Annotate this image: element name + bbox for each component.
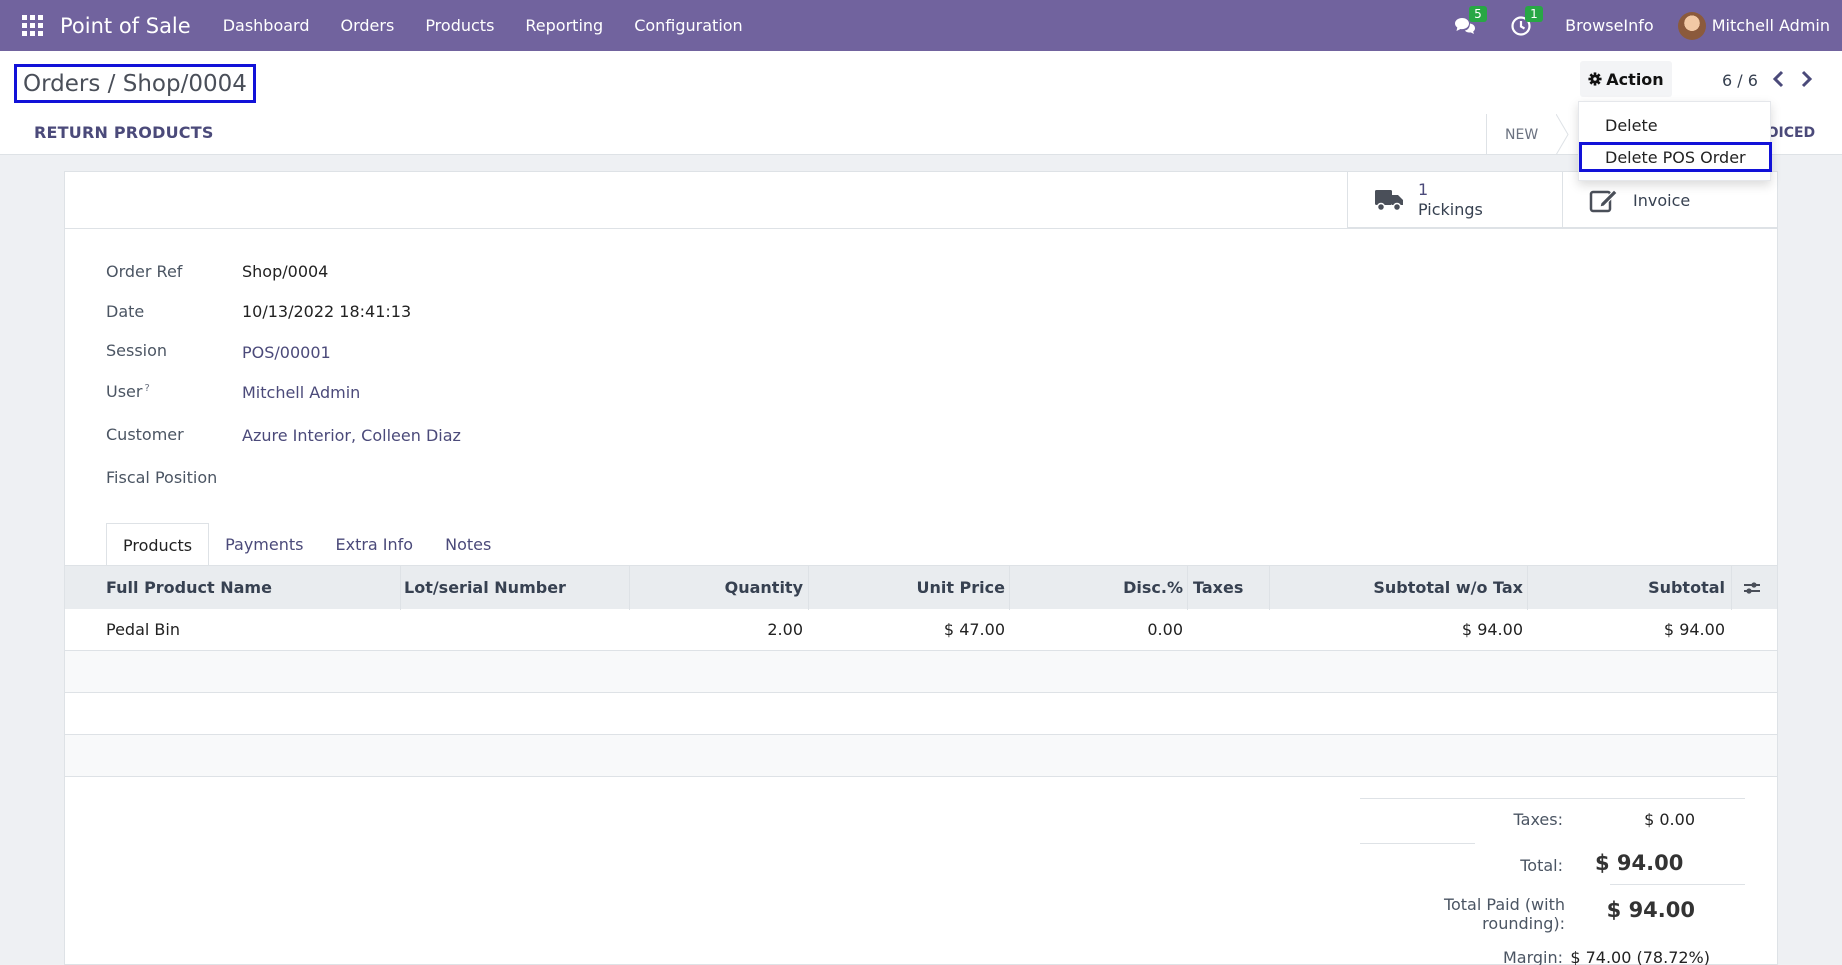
cell-product-name: Pedal Bin [106, 620, 180, 639]
divider [65, 228, 1777, 229]
pager-value[interactable]: 6 / 6 [1722, 71, 1758, 90]
status-arrow-icon [1556, 114, 1569, 155]
column-divider [1187, 566, 1188, 610]
activities-button[interactable]: 1 [1509, 5, 1543, 38]
customer-label: Customer [106, 425, 184, 444]
taxes-value: $ 0.00 [1644, 810, 1695, 829]
header-discount[interactable]: Disc.% [1011, 578, 1183, 597]
date-value: 10/13/2022 18:41:13 [242, 302, 412, 321]
total-label: Total: [1520, 856, 1563, 875]
cell-discount: 0.00 [1147, 620, 1183, 639]
header-subtotal[interactable]: Subtotal [1529, 578, 1725, 597]
pickings-count: 1 [1418, 180, 1429, 199]
margin-value: $ 74.00 (78.72%) [1570, 948, 1710, 965]
menu-reporting[interactable]: Reporting [525, 16, 603, 35]
return-products-button[interactable]: RETURN PRODUCTS [34, 123, 214, 142]
menu-products[interactable]: Products [425, 16, 494, 35]
user-help-icon[interactable]: ? [144, 383, 149, 394]
menu-configuration[interactable]: Configuration [634, 16, 743, 35]
tab-extra-info[interactable]: Extra Info [319, 523, 429, 567]
user-label-text: User [106, 382, 143, 401]
app-name[interactable]: Point of Sale [60, 14, 191, 38]
order-lines-table: Full Product Name Lot/serial Number Quan… [65, 565, 1777, 777]
order-ref-value: Shop/0004 [242, 262, 329, 281]
empty-row [65, 693, 1777, 735]
session-link[interactable]: POS/00001 [242, 343, 331, 362]
top-navbar: Point of Sale Dashboard Orders Products … [0, 0, 1842, 51]
session-label: Session [106, 341, 168, 360]
truck-icon [1375, 190, 1403, 212]
user-link[interactable]: Mitchell Admin [242, 383, 360, 402]
tab-notes[interactable]: Notes [429, 523, 507, 567]
menu-orders[interactable]: Orders [341, 16, 395, 35]
column-divider [1009, 566, 1010, 610]
chevron-right-icon[interactable] [1797, 69, 1815, 89]
taxes-label: Taxes: [1513, 810, 1563, 829]
total-value: $ 94.00 [1595, 851, 1684, 875]
user-avatar[interactable] [1677, 11, 1706, 40]
pickings-button[interactable]: 1 Pickings [1347, 172, 1562, 228]
gear-icon [1588, 72, 1602, 86]
empty-row [65, 735, 1777, 777]
menu-dashboard[interactable]: Dashboard [223, 16, 310, 35]
empty-row [65, 651, 1777, 693]
activities-badge: 1 [1525, 5, 1543, 22]
column-divider [808, 566, 809, 610]
header-quantity[interactable]: Quantity [631, 578, 803, 597]
header-subtotal-wo-tax[interactable]: Subtotal w/o Tax [1271, 578, 1523, 597]
table-row[interactable]: Pedal Bin 2.00 $ 47.00 0.00 $ 94.00 $ 94… [65, 609, 1777, 651]
margin-label: Margin: [1502, 948, 1563, 965]
pickings-text: 1 Pickings [1418, 180, 1483, 220]
form-sheet: 1 Pickings Invoice Order Ref Shop/0004 D… [64, 171, 1778, 965]
fiscal-position-label: Fiscal Position [106, 468, 218, 487]
systray: 5 1 BrowseInfo Mitchell Admin [1453, 0, 1842, 51]
messages-button[interactable]: 5 [1453, 5, 1487, 38]
breadcrumb[interactable]: Orders / Shop/0004 [14, 64, 256, 103]
delete-pos-order-menu-item[interactable]: Delete POS Order [1579, 142, 1772, 172]
column-divider [400, 566, 401, 610]
edit-icon [1589, 189, 1618, 213]
action-dropdown-menu: Delete Delete POS Order [1578, 101, 1772, 181]
header-full-product-name[interactable]: Full Product Name [106, 578, 272, 597]
tab-products[interactable]: Products [106, 523, 210, 567]
order-ref-label: Order Ref [106, 262, 183, 281]
cell-unit-price: $ 47.00 [943, 620, 1005, 639]
action-button[interactable]: Action [1580, 61, 1672, 97]
cell-subtotal: $ 94.00 [1663, 620, 1725, 639]
main-menu: Dashboard Orders Products Reporting Conf… [209, 16, 760, 35]
total-paid-value: $ 94.00 [1606, 898, 1695, 922]
table-header: Full Product Name Lot/serial Number Quan… [65, 565, 1777, 610]
column-divider [1527, 566, 1528, 610]
status-new[interactable]: NEW [1487, 127, 1556, 143]
user-menu[interactable]: Mitchell Admin [1712, 16, 1830, 35]
divider [1360, 798, 1745, 799]
column-divider [1731, 566, 1732, 610]
header-taxes[interactable]: Taxes [1193, 578, 1243, 597]
total-paid-label: Total Paid (with rounding): [1443, 895, 1565, 933]
user-label: User? [106, 382, 150, 401]
status-bar: NEW [1486, 114, 1570, 155]
cell-subtotal-wo-tax: $ 94.00 [1461, 620, 1523, 639]
company-switcher[interactable]: BrowseInfo [1565, 16, 1654, 35]
notebook-tabs: Products Payments Extra Info Notes [106, 523, 507, 567]
action-label: Action [1606, 69, 1664, 89]
apps-menu-icon[interactable] [22, 14, 44, 37]
messages-badge: 5 [1469, 5, 1487, 22]
header-lot-serial[interactable]: Lot/serial Number [404, 578, 566, 597]
chevron-left-icon[interactable] [1770, 69, 1788, 89]
column-divider [629, 566, 630, 610]
divider [1610, 884, 1745, 885]
invoice-label: Invoice [1633, 190, 1691, 210]
date-label: Date [106, 302, 145, 321]
tab-payments[interactable]: Payments [209, 523, 319, 567]
column-divider [1269, 566, 1270, 610]
delete-menu-item[interactable]: Delete [1579, 110, 1772, 140]
divider [1360, 843, 1475, 844]
optional-columns-icon[interactable] [1743, 579, 1761, 597]
control-panel: Orders / Shop/0004 Action 6 / 6 RETURN P… [0, 51, 1842, 155]
pickings-label: Pickings [1418, 200, 1483, 219]
customer-link[interactable]: Azure Interior, Colleen Diaz [242, 426, 461, 445]
cell-quantity: 2.00 [767, 620, 803, 639]
header-unit-price[interactable]: Unit Price [810, 578, 1005, 597]
